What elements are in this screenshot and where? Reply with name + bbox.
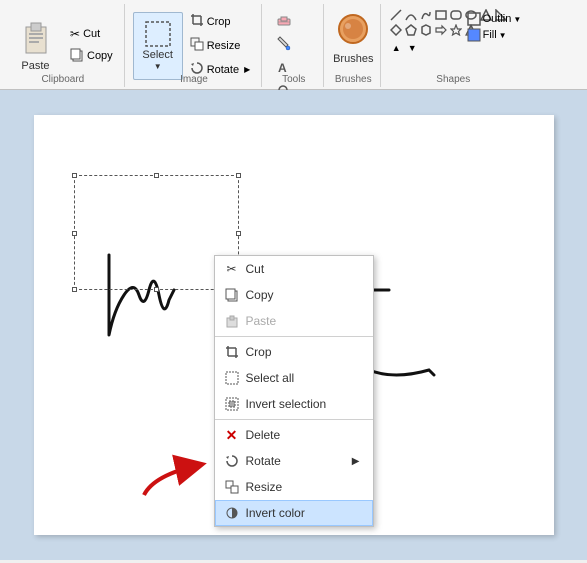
handle-tr[interactable]	[236, 173, 241, 178]
select-dropdown-icon[interactable]: ▼	[154, 62, 162, 71]
fill-button[interactable]	[270, 32, 298, 54]
select-icon	[144, 20, 172, 48]
ctx-resize-icon	[224, 479, 240, 495]
ctx-delete[interactable]: ✕ Delete	[215, 422, 373, 448]
image-group-label: Image	[180, 74, 208, 85]
resize-icon	[190, 37, 204, 54]
canvas-area[interactable]: ✂ Cut Copy Paste	[0, 90, 587, 560]
ctx-crop-label: Crop	[246, 345, 272, 359]
select-label: Select	[142, 49, 173, 61]
ctx-invert-selection[interactable]: Invert selection	[215, 391, 373, 417]
ctx-invert-sel-label: Invert selection	[246, 397, 327, 411]
ctx-select-all-icon	[224, 370, 240, 386]
ctx-delete-label: Delete	[246, 428, 281, 442]
scissors-icon: ✂	[70, 27, 80, 41]
rounded-rect-shape[interactable]	[449, 8, 463, 22]
ctx-copy[interactable]: Copy	[215, 282, 373, 308]
handle-tl[interactable]	[72, 173, 77, 178]
tools-group-label: Tools	[282, 74, 305, 85]
diamond-shape[interactable]	[389, 23, 403, 37]
image-group: Select ▼ Crop	[127, 4, 263, 87]
ctx-paste-icon	[224, 313, 240, 329]
ctx-rotate-label: Rotate	[246, 454, 281, 468]
copy-label: Copy	[87, 50, 113, 62]
ctx-rotate-icon	[224, 453, 240, 469]
eraser-button[interactable]	[270, 8, 298, 30]
handle-ml[interactable]	[72, 231, 77, 236]
right-arrow-shape[interactable]	[434, 23, 448, 37]
copy-icon	[70, 48, 84, 65]
ctx-cut[interactable]: ✂ Cut	[215, 256, 373, 282]
resize-button[interactable]: Resize	[185, 34, 256, 57]
fill-outline-controls: Outlin ▼ Fill ▼	[467, 12, 522, 42]
ctx-rotate[interactable]: Rotate ▶	[215, 448, 373, 474]
ctx-copy-label: Copy	[246, 288, 274, 302]
cut-label: Cut	[83, 28, 100, 40]
line-shape[interactable]	[389, 8, 403, 22]
ctx-crop-icon	[224, 344, 240, 360]
paste-icon	[22, 19, 50, 60]
shapes-group-label: Shapes	[436, 74, 470, 85]
svg-text:A: A	[278, 61, 287, 75]
ctx-select-all-label: Select all	[246, 371, 295, 385]
outline-control[interactable]: Outlin ▼	[467, 12, 522, 26]
ctx-invert-color-label: Invert color	[246, 506, 305, 520]
clipboard-group: Paste ✂ Cut Copy Clipboard	[2, 4, 125, 87]
ctx-rotate-arrow: ▶	[352, 456, 360, 467]
brushes-button[interactable]: Brushes	[328, 4, 378, 72]
rotate-label: Rotate	[207, 64, 239, 76]
hexagon-shape[interactable]	[419, 23, 433, 37]
crop-label: Crop	[207, 16, 231, 28]
crop-button[interactable]: Crop	[185, 10, 256, 33]
paste-label: Paste	[21, 60, 49, 72]
ctx-invert-color[interactable]: Invert color	[215, 500, 373, 526]
star-shape[interactable]	[449, 23, 463, 37]
ctx-select-all[interactable]: Select all	[215, 365, 373, 391]
handle-bl[interactable]	[72, 287, 77, 292]
red-arrow	[124, 445, 224, 505]
ctx-invert-color-icon	[224, 505, 240, 521]
canvas-paper[interactable]: ✂ Cut Copy Paste	[34, 115, 554, 535]
paste-button[interactable]: Paste	[8, 12, 63, 80]
tools-group: A Tools	[264, 4, 324, 87]
ctx-sep-2	[215, 419, 373, 420]
ctx-cut-icon: ✂	[224, 261, 240, 277]
ctx-invert-sel-icon	[224, 396, 240, 412]
scroll-down-button[interactable]: ▼	[405, 41, 419, 55]
clipboard-group-label: Clipboard	[41, 74, 84, 85]
handle-mr[interactable]	[236, 231, 241, 236]
toolbar: Paste ✂ Cut Copy Clipboard	[0, 0, 587, 90]
brushes-group-label: Brushes	[335, 74, 372, 85]
ctx-cut-label: Cut	[246, 262, 265, 276]
shapes-group: ▲ ▼ Outlin ▼ Fill ▼ Shapes	[383, 4, 523, 87]
handle-bc[interactable]	[154, 287, 159, 292]
ctx-crop[interactable]: Crop	[215, 339, 373, 365]
rotate-arrow-icon: ▶	[244, 65, 250, 74]
context-menu: ✂ Cut Copy Paste	[214, 255, 374, 527]
freeform-shape[interactable]	[419, 8, 433, 22]
curve-shape[interactable]	[404, 8, 418, 22]
ctx-resize[interactable]: Resize	[215, 474, 373, 500]
fill-control[interactable]: Fill ▼	[467, 28, 522, 42]
crop-icon	[190, 13, 204, 30]
ctx-sep-1	[215, 336, 373, 337]
select-button[interactable]: Select ▼	[133, 12, 183, 80]
ctx-paste: Paste	[215, 308, 373, 334]
ctx-paste-label: Paste	[246, 314, 277, 328]
image-actions: Crop Resize	[185, 10, 256, 81]
ctx-copy-icon	[224, 287, 240, 303]
ctx-resize-label: Resize	[246, 480, 283, 494]
ctx-delete-icon: ✕	[224, 427, 240, 443]
brushes-label: Brushes	[333, 53, 373, 65]
pentagon-shape[interactable]	[404, 23, 418, 37]
cut-button[interactable]: ✂ Cut	[65, 24, 118, 44]
shapes-scroll-buttons: ▲ ▼	[389, 41, 517, 55]
resize-label: Resize	[207, 40, 241, 52]
clipboard-actions: ✂ Cut Copy	[65, 24, 118, 68]
rect-shape[interactable]	[434, 8, 448, 22]
copy-button[interactable]: Copy	[65, 45, 118, 68]
handle-tc[interactable]	[154, 173, 159, 178]
scroll-up-button[interactable]: ▲	[389, 41, 403, 55]
brushes-group: Brushes Brushes	[326, 4, 381, 87]
